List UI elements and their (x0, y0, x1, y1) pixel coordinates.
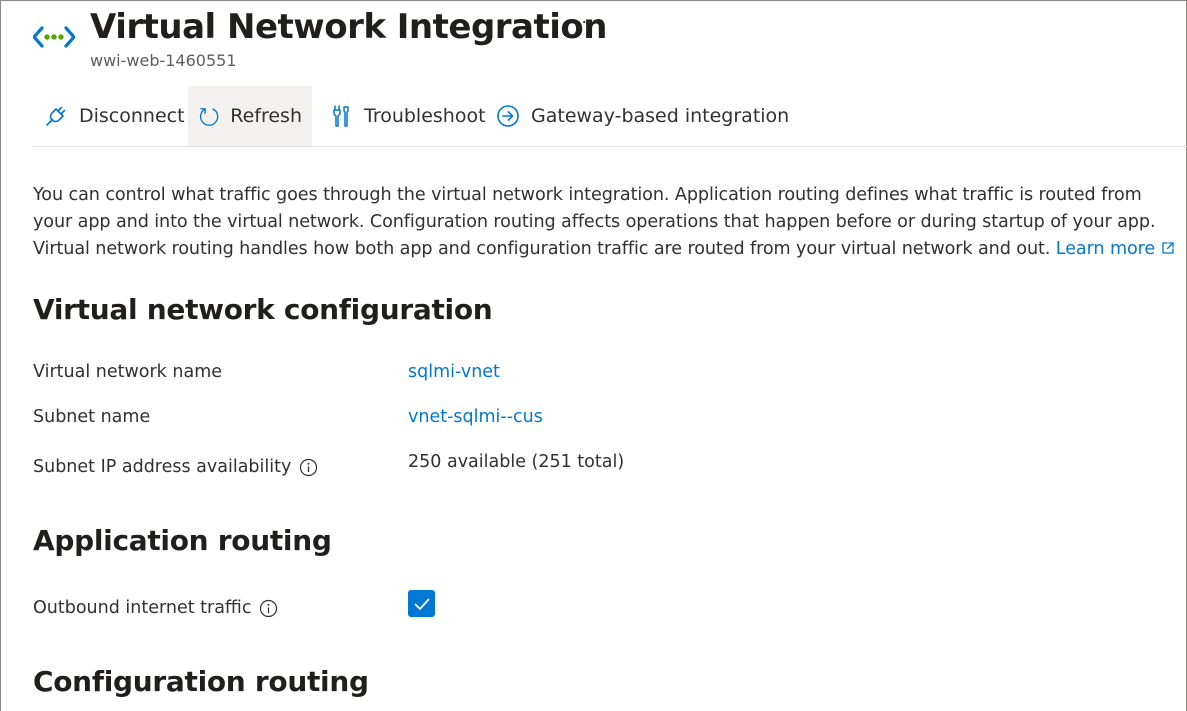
info-icon[interactable] (299, 458, 318, 477)
learn-more-link[interactable]: Learn more (1056, 239, 1175, 259)
page-header: Virtual Network Integration ··· wwi-web-… (33, 5, 833, 75)
description-text: You can control what traffic goes throug… (33, 182, 1183, 263)
subnet-name-label: Subnet name (33, 407, 150, 427)
more-options-button[interactable]: ··· (578, 11, 602, 35)
page-title: Virtual Network Integration (90, 7, 607, 47)
refresh-icon (199, 108, 219, 126)
subnet-ip-label-text: Subnet IP address availability (33, 457, 292, 477)
resource-name: wwi-web-1460551 (90, 51, 237, 70)
gateway-integration-label: Gateway-based integration (531, 105, 790, 127)
description-body: You can control what traffic goes throug… (33, 185, 1156, 259)
info-icon[interactable] (259, 599, 278, 618)
plug-icon (46, 106, 66, 126)
refresh-label: Refresh (230, 105, 302, 127)
vnet-config-title: Virtual network configuration (33, 293, 493, 326)
wrench-icon (333, 105, 349, 127)
external-link-icon (1162, 242, 1174, 254)
vnet-name-link[interactable]: sqlmi-vnet (408, 362, 500, 382)
vnet-name-label-text: Virtual network name (33, 362, 223, 382)
refresh-button[interactable]: Refresh (188, 86, 312, 146)
subnet-name-label-text: Subnet name (33, 407, 151, 427)
command-bar: Disconnect Refresh Troubleshoot Gateway-… (33, 86, 1187, 147)
troubleshoot-button[interactable]: Troubleshoot (318, 86, 496, 146)
vnet-icon (33, 26, 75, 48)
blade-frame: Virtual Network Integration ··· wwi-web-… (0, 0, 1187, 711)
troubleshoot-label: Troubleshoot (364, 105, 486, 127)
arrow-circle-icon (497, 105, 519, 127)
outbound-traffic-label: Outbound internet traffic (33, 598, 278, 618)
gateway-integration-button[interactable]: Gateway-based integration (485, 86, 799, 146)
subnet-name-link[interactable]: vnet-sqlmi--cus (408, 407, 543, 427)
vnet-name-label: Virtual network name (33, 362, 222, 382)
app-routing-title: Application routing (33, 524, 332, 557)
disconnect-button[interactable]: Disconnect (33, 86, 195, 146)
learn-more-label: Learn more (1055, 239, 1156, 259)
subnet-ip-label: Subnet IP address availability (33, 457, 318, 477)
outbound-traffic-label-text: Outbound internet traffic (33, 598, 252, 618)
subnet-ip-value: 250 available (251 total) (408, 452, 625, 472)
outbound-traffic-checkbox[interactable] (408, 590, 435, 617)
disconnect-label: Disconnect (79, 105, 185, 127)
config-routing-title: Configuration routing (33, 665, 369, 698)
checkmark-icon (414, 598, 429, 610)
